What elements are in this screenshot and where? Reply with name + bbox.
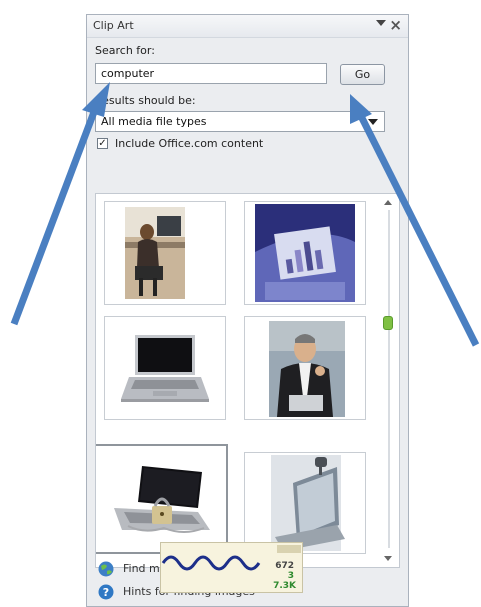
close-icon[interactable]: × [389,16,402,34]
gadget-stat-1: 672 [275,561,294,571]
clip-art-pane: Clip Art × Search for: Go Results should… [86,14,409,607]
pane-title: Clip Art [93,19,134,32]
chevron-down-icon [368,119,378,125]
laptop-with-webcam-photo-icon [271,455,345,551]
left-annotation-arrow-icon [10,110,98,326]
gadget-stat-2: 3 [287,571,294,581]
svg-text:?: ? [103,586,109,599]
businessman-with-laptop-photo-icon [269,321,345,417]
search-for-label: Search for: [95,44,155,57]
search-input[interactable] [95,63,327,84]
scroll-track[interactable] [388,210,390,548]
globe-icon [98,561,114,577]
padlocked-laptop-photo-icon [114,466,210,533]
clip-art-result-open-laptop[interactable] [104,316,226,420]
media-type-dropdown[interactable]: All media file types [95,111,385,132]
clip-art-result-monitor-chart[interactable] [244,201,366,305]
scroll-thumb[interactable] [383,316,393,330]
clip-art-result-woman-at-desk[interactable] [104,201,226,305]
help-icon: ? [98,584,114,600]
results-scrollbar[interactable] [380,196,398,565]
pane-titlebar: Clip Art × [87,15,408,38]
clip-art-result-laptop-webcam[interactable] [244,452,366,554]
media-type-value: All media file types [101,115,207,128]
include-office-com-label: Include Office.com content [115,137,264,150]
clip-art-result-padlocked-laptop[interactable] [96,444,228,554]
gadget-stat-3: 7.3K [273,581,296,591]
include-office-com-checkbox[interactable]: ✓ [97,138,108,149]
results-grid [95,193,400,568]
pane-options-chevron-down-icon[interactable] [376,20,386,26]
clip-art-result-businessman-laptop[interactable] [244,316,366,420]
scroll-up-icon[interactable] [384,200,392,205]
open-laptop-photo-icon [121,335,209,402]
go-button[interactable]: Go [340,64,385,85]
woman-at-desk-photo-icon [125,207,185,299]
results-should-be-label: Results should be: [95,94,196,107]
network-meter-gadget: 672 3 7.3K [160,542,303,593]
scroll-down-icon[interactable] [384,556,392,561]
monitor-bar-chart-photo-icon [255,204,355,302]
